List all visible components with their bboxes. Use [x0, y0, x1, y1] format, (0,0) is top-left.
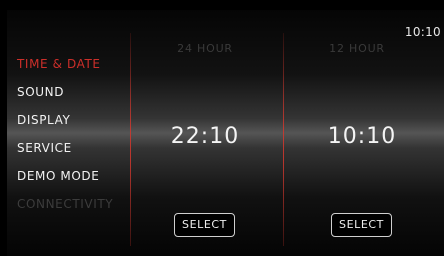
settings-screen: 10:10 TIME & DATE SOUND DISPLAY SERVICE …	[0, 0, 444, 256]
option-24h-heading: 24 HOUR	[177, 42, 233, 55]
menu-item-demo-mode[interactable]: DEMO MODE	[17, 169, 113, 197]
option-12h-heading: 12 HOUR	[329, 42, 385, 55]
menu-item-connectivity: CONNECTIVITY	[17, 197, 114, 211]
option-12h-time: 10:10	[327, 124, 397, 149]
column-divider-left	[130, 33, 131, 246]
menu-item-service[interactable]: SERVICE	[17, 141, 113, 169]
status-clock: 10:10	[404, 25, 441, 39]
select-12h-button[interactable]: SELECT	[331, 213, 392, 237]
settings-menu: TIME & DATE SOUND DISPLAY SERVICE DEMO M…	[17, 57, 113, 225]
menu-item-display[interactable]: DISPLAY	[17, 113, 113, 141]
column-divider-right	[283, 33, 284, 246]
menu-item-sound[interactable]: SOUND	[17, 85, 113, 113]
option-24h-time: 22:10	[170, 124, 240, 149]
menu-item-time-date[interactable]: TIME & DATE	[17, 57, 113, 85]
select-24h-button[interactable]: SELECT	[174, 213, 235, 237]
